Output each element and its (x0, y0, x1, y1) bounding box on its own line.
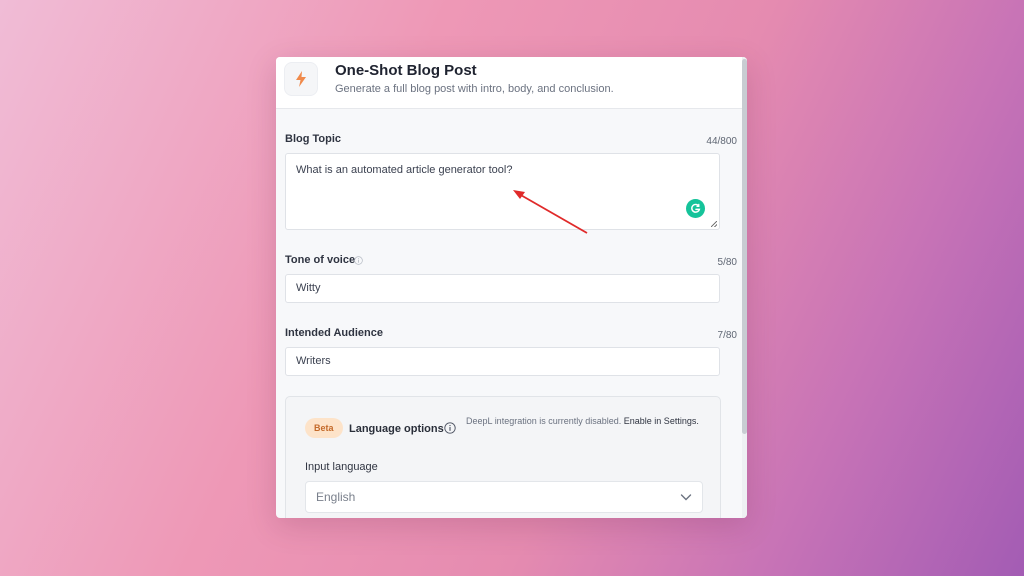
blog-topic-counter: 44/800 (706, 136, 737, 147)
tone-of-voice-input[interactable]: Witty (285, 274, 720, 303)
deepl-disabled-note: DeepL integration is currently disabled.… (466, 415, 706, 427)
template-icon-box (284, 62, 318, 96)
blog-topic-textarea[interactable]: What is an automated article generator t… (285, 153, 720, 230)
intended-audience-value: Writers (296, 355, 331, 367)
tone-of-voice-counter: 5/80 (717, 257, 737, 268)
blog-topic-label: Blog Topic (285, 133, 342, 145)
intended-audience-label: Intended Audience (285, 327, 383, 339)
input-language-label: Input language (305, 461, 378, 473)
resize-handle-icon[interactable] (711, 221, 717, 227)
grammarly-icon (691, 203, 701, 213)
input-language-value: English (316, 490, 356, 504)
intended-audience-counter: 7/80 (717, 330, 737, 341)
enable-in-settings-link[interactable]: Enable in Settings. (624, 416, 699, 426)
beta-badge: Beta (305, 418, 343, 438)
grammarly-button[interactable] (686, 199, 705, 218)
chevron-down-icon (680, 494, 692, 501)
scrollbar-thumb[interactable] (742, 59, 747, 434)
language-options-title: Language options (349, 423, 444, 435)
lightning-bolt-icon (296, 71, 306, 87)
blog-topic-value: What is an automated article generator t… (296, 164, 513, 176)
tone-of-voice-label: Tone of voice (285, 254, 356, 266)
language-options-section: Beta Language options DeepL integration … (285, 396, 721, 518)
info-icon[interactable] (354, 256, 363, 265)
info-icon[interactable] (444, 422, 456, 434)
scrollbar[interactable] (742, 57, 747, 518)
page-title: One-Shot Blog Post (335, 62, 477, 79)
form-header: One-Shot Blog Post Generate a full blog … (276, 57, 742, 109)
tone-of-voice-value: Witty (296, 282, 321, 294)
intended-audience-input[interactable]: Writers (285, 347, 720, 376)
page-subtitle: Generate a full blog post with intro, bo… (335, 83, 614, 95)
deepl-note-text: DeepL integration is currently disabled. (466, 416, 622, 426)
blog-post-form-panel: One-Shot Blog Post Generate a full blog … (276, 57, 747, 518)
input-language-select[interactable]: English (305, 481, 703, 513)
